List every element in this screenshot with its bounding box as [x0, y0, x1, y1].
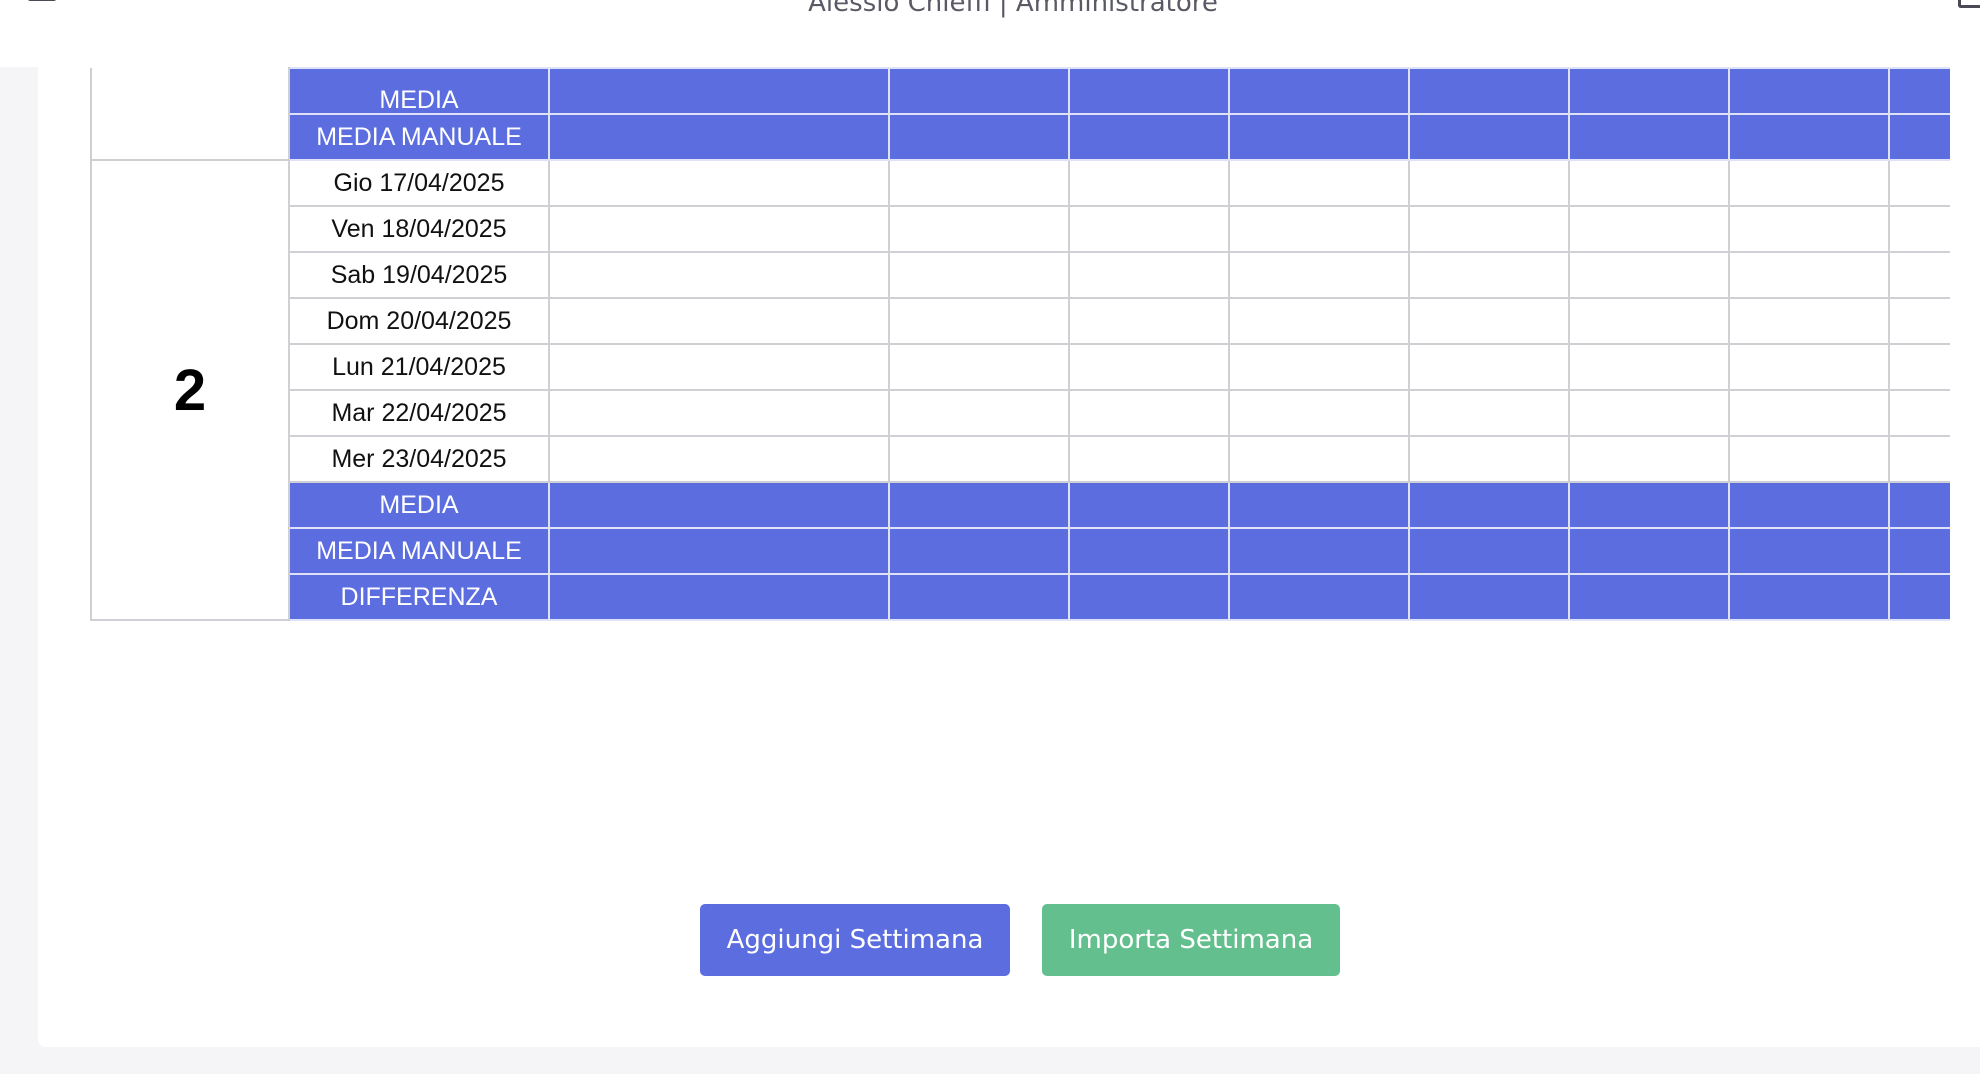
- row-label-media-manuale: MEDIA MANUALE: [288, 527, 550, 575]
- hamburger-menu-icon[interactable]: [28, 0, 56, 6]
- day-label: Dom 20/04/2025: [288, 297, 550, 345]
- action-buttons: Aggiungi Settimana Importa Settimana: [700, 904, 1340, 976]
- table-row: Sab 19/04/2025: [91, 251, 1950, 299]
- table-row: MEDIA: [91, 481, 1950, 529]
- weekly-table: MEDIA MEDIA MANUALE 2 Gio 17/04/2025 Ven…: [90, 67, 1950, 621]
- row-label-media: MEDIA: [288, 481, 550, 529]
- table-row: MEDIA MANUALE: [91, 527, 1950, 575]
- table-row: Mer 23/04/2025: [91, 435, 1950, 483]
- day-label: Mar 22/04/2025: [288, 389, 550, 437]
- day-label: Mer 23/04/2025: [288, 435, 550, 483]
- table-row: MEDIA: [90, 67, 1950, 161]
- week-number: 2: [90, 159, 290, 621]
- day-label: Sab 19/04/2025: [288, 251, 550, 299]
- table-row: Lun 21/04/2025: [91, 343, 1950, 391]
- row-label-media: MEDIA: [288, 67, 550, 115]
- top-bar: Alessio Chieffi | Amministratore: [0, 0, 1980, 67]
- table-row: Dom 20/04/2025: [91, 297, 1950, 345]
- logout-icon[interactable]: [1958, 0, 1980, 8]
- day-label: Gio 17/04/2025: [288, 159, 550, 207]
- table-row: MEDIA MANUALE: [91, 113, 1950, 161]
- table-row: Mar 22/04/2025: [91, 389, 1950, 437]
- day-label: Lun 21/04/2025: [288, 343, 550, 391]
- weekly-table-container[interactable]: MEDIA MEDIA MANUALE 2 Gio 17/04/2025 Ven…: [90, 67, 1950, 621]
- table-row: DIFFERENZA: [91, 573, 1950, 621]
- import-week-button[interactable]: Importa Settimana: [1042, 904, 1340, 976]
- table-row: 2 Gio 17/04/2025: [90, 159, 1950, 621]
- row-label-media-manuale: MEDIA MANUALE: [288, 113, 550, 161]
- add-week-button[interactable]: Aggiungi Settimana: [700, 904, 1010, 976]
- week-cell-previous: [90, 68, 290, 161]
- table-row: Ven 18/04/2025: [91, 205, 1950, 253]
- row-label-differenza: DIFFERENZA: [288, 573, 550, 621]
- day-label: Ven 18/04/2025: [288, 205, 550, 253]
- user-label: Alessio Chieffi | Amministratore: [808, 0, 1218, 18]
